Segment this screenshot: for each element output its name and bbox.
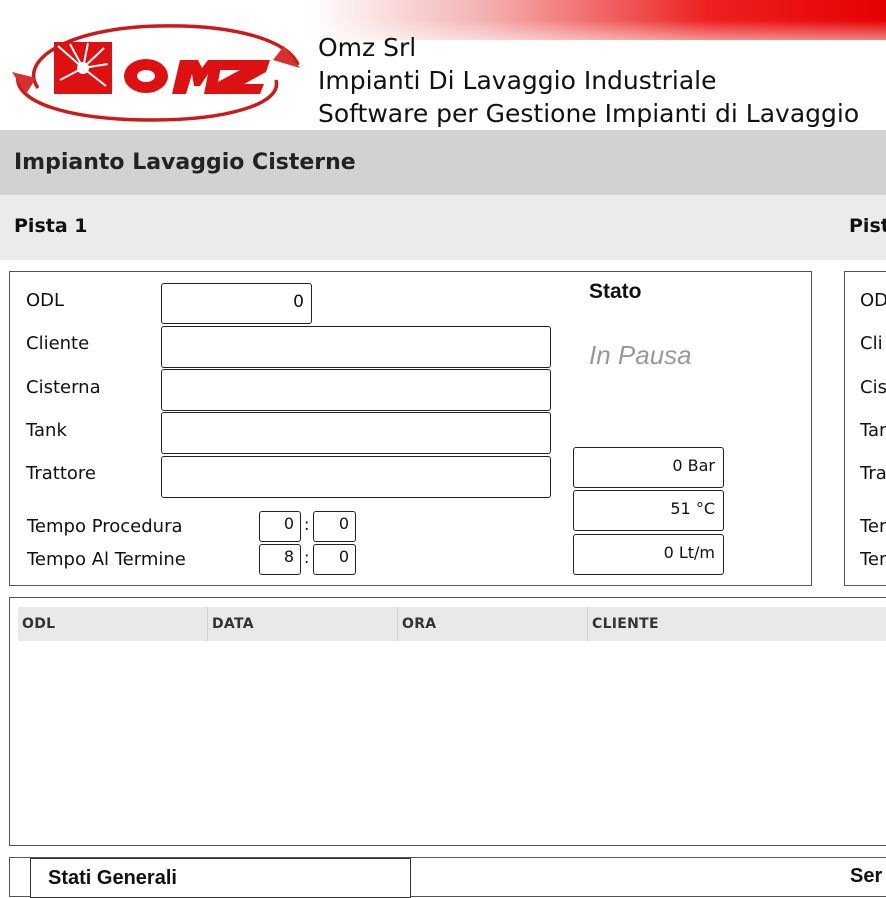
title-bar: Impianto Lavaggio Cisterne bbox=[0, 130, 886, 195]
tank-field[interactable] bbox=[161, 412, 551, 454]
pressure-readout: 0 Bar bbox=[573, 447, 724, 488]
cliente-field[interactable] bbox=[161, 326, 551, 368]
flow-readout: 0 Lt/m bbox=[573, 534, 724, 575]
tempo-termine-min[interactable]: 8 bbox=[259, 544, 301, 575]
pista1-title: Pista 1 bbox=[14, 215, 88, 237]
odl-field[interactable]: 0 bbox=[161, 283, 312, 324]
temperature-readout: 51 °C bbox=[573, 490, 724, 531]
colon: : bbox=[304, 515, 310, 534]
pista2-label-cisterna: Cis bbox=[860, 377, 886, 398]
odl-label: ODL bbox=[26, 290, 65, 311]
app-header: Omz Srl Impianti Di Lavaggio Industriale… bbox=[0, 0, 886, 130]
tempo-termine-sec[interactable]: 0 bbox=[313, 544, 356, 575]
col-separator bbox=[397, 607, 398, 641]
omz-logo bbox=[12, 24, 300, 122]
col-ora[interactable]: ORA bbox=[402, 616, 436, 632]
tempo-procedura-min[interactable]: 0 bbox=[259, 511, 301, 542]
page-title: Impianto Lavaggio Cisterne bbox=[14, 150, 356, 175]
company-tagline: Impianti Di Lavaggio Industriale bbox=[318, 66, 717, 95]
cisterna-field[interactable] bbox=[161, 369, 551, 411]
col-cliente[interactable]: CLIENTE bbox=[592, 616, 659, 632]
pista2-label-tempo-termine: Ter bbox=[860, 549, 886, 570]
trattore-label: Trattore bbox=[26, 463, 96, 484]
cisterna-label: Cisterna bbox=[26, 377, 101, 398]
col-separator bbox=[207, 607, 208, 641]
col-data[interactable]: DATA bbox=[212, 616, 254, 632]
col-separator bbox=[587, 607, 588, 641]
pista2-label-tank: Tar bbox=[860, 420, 886, 441]
colon: : bbox=[304, 548, 310, 567]
company-product: Software per Gestione Impianti di Lavagg… bbox=[318, 99, 860, 128]
pista2-title: Pist bbox=[849, 215, 886, 237]
pista2-label-cliente: Cli bbox=[860, 333, 883, 354]
tank-label: Tank bbox=[26, 420, 67, 441]
bottom-right-title: Ser bbox=[850, 865, 883, 887]
stati-generali-title: Stati Generali bbox=[48, 867, 177, 889]
pista2-label-tempo-procedura: Ter bbox=[860, 516, 886, 537]
table-header: ODL DATA ORA CLIENTE bbox=[18, 607, 886, 641]
pista2-label-trattore: Tra bbox=[860, 463, 886, 484]
tempo-procedura-label: Tempo Procedura bbox=[27, 516, 183, 537]
cliente-label: Cliente bbox=[26, 333, 90, 354]
stato-value: In Pausa bbox=[589, 340, 692, 370]
col-odl[interactable]: ODL bbox=[22, 616, 55, 632]
tempo-termine-label: Tempo Al Termine bbox=[27, 549, 186, 570]
trattore-field[interactable] bbox=[161, 456, 551, 498]
company-name: Omz Srl bbox=[318, 33, 417, 62]
tempo-procedura-sec[interactable]: 0 bbox=[313, 511, 356, 542]
stato-label: Stato bbox=[589, 280, 642, 303]
pista-bar: Pista 1 Pist bbox=[0, 195, 886, 260]
pista2-label-odl: OD bbox=[860, 290, 886, 311]
